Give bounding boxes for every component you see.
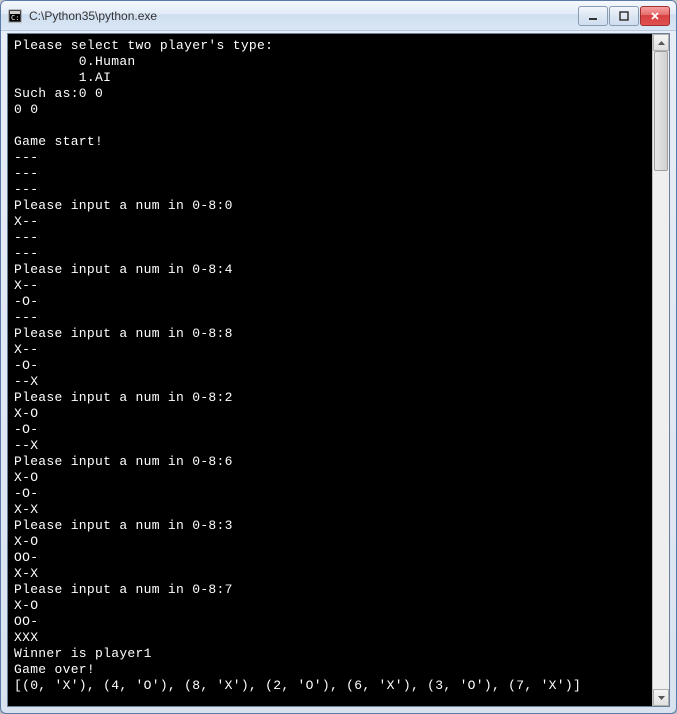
scroll-up-button[interactable]	[653, 34, 669, 51]
svg-text:C:: C:	[11, 14, 19, 22]
vertical-scrollbar[interactable]	[652, 34, 669, 706]
client-area: Please select two player's type: 0.Human…	[7, 33, 670, 707]
close-button[interactable]	[640, 6, 670, 26]
window-controls	[578, 6, 670, 26]
scroll-thumb[interactable]	[654, 51, 668, 171]
app-icon: C:	[7, 8, 23, 24]
titlebar[interactable]: C: C:\Python35\python.exe	[1, 1, 676, 31]
app-window: C: C:\Python35\python.exe Please select …	[0, 0, 677, 714]
scroll-track[interactable]	[653, 51, 669, 689]
console-output[interactable]: Please select two player's type: 0.Human…	[8, 34, 652, 706]
maximize-button[interactable]	[609, 6, 639, 26]
scroll-down-button[interactable]	[653, 689, 669, 706]
minimize-button[interactable]	[578, 6, 608, 26]
window-title: C:\Python35\python.exe	[29, 9, 578, 23]
